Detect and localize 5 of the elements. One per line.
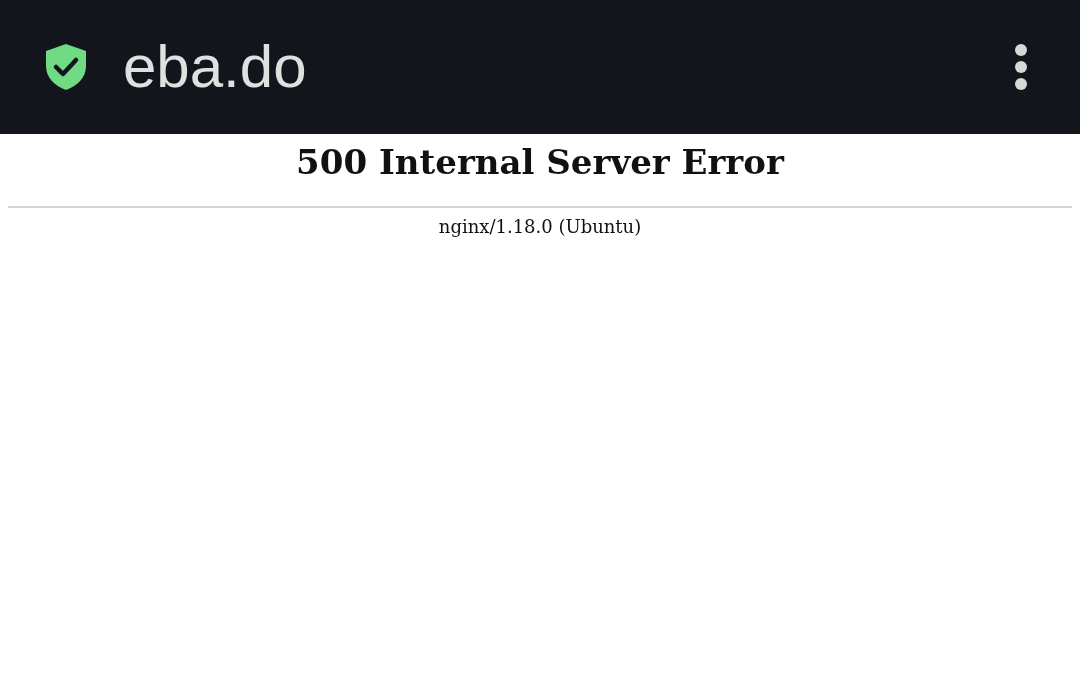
server-info-text: nginx/1.18.0 (Ubuntu) xyxy=(438,216,642,237)
url-text[interactable]: eba.do xyxy=(123,37,1014,97)
shield-check-icon[interactable] xyxy=(46,44,86,90)
error-heading: 500 Internal Server Error xyxy=(295,141,786,182)
menu-icon[interactable] xyxy=(1014,44,1028,90)
